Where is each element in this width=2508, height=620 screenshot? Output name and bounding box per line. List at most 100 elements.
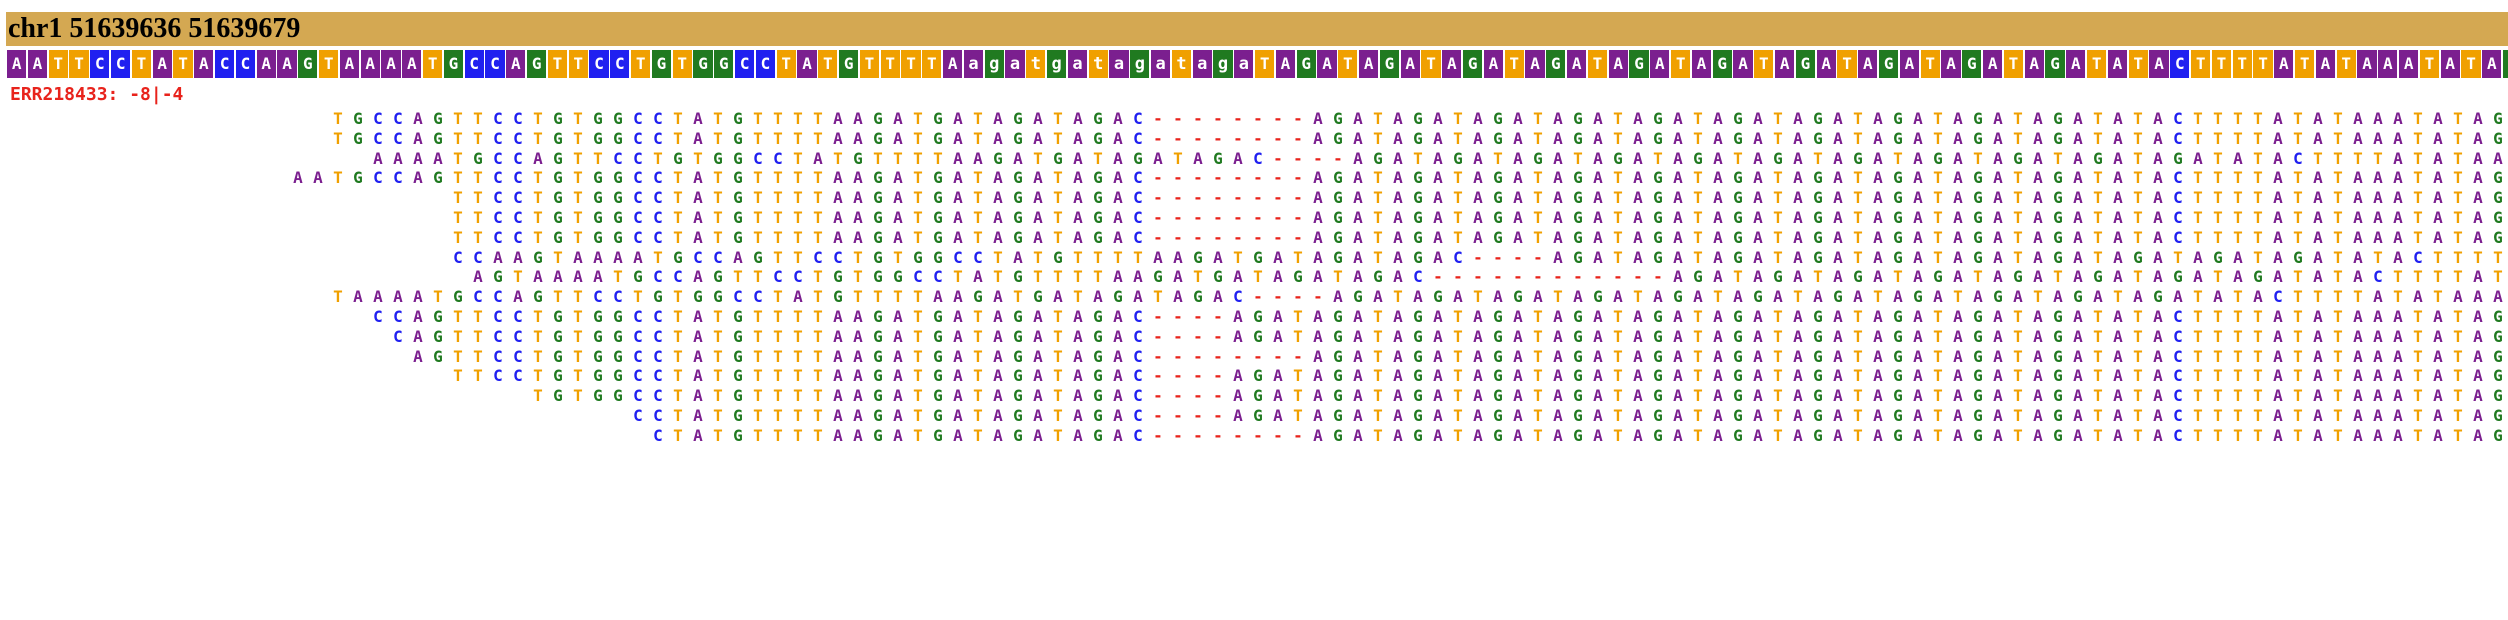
- gap-base: -: [1253, 425, 1263, 445]
- read-base: T: [453, 366, 463, 386]
- read-base: T: [1453, 425, 1463, 445]
- read-base: G: [433, 346, 443, 366]
- read-base: T: [1053, 425, 1063, 445]
- read-base: A: [1033, 425, 1043, 445]
- read-base: A: [1313, 425, 1323, 445]
- reference-base: G: [1711, 49, 1733, 79]
- read-base: C: [373, 307, 383, 326]
- read-base: T: [2293, 425, 2303, 445]
- read-base: C: [393, 326, 403, 346]
- reference-base: T: [1753, 49, 1775, 79]
- reference-base: T: [1420, 49, 1442, 79]
- reference-base: T: [2231, 49, 2253, 79]
- reference-base: A: [2439, 49, 2461, 79]
- gap-base: -: [1153, 425, 1163, 445]
- reference-base: T: [858, 49, 881, 79]
- reference-base: A: [1607, 49, 1629, 79]
- read-base: C: [493, 366, 503, 386]
- reference-base: T: [2460, 49, 2482, 79]
- read-base: T: [473, 366, 483, 386]
- read-base: T: [573, 386, 583, 406]
- reference-base: A: [1524, 49, 1546, 79]
- read-base: T: [1373, 425, 1383, 445]
- read-base: G: [733, 425, 743, 445]
- read-base: T: [1933, 425, 1943, 445]
- reference-base: g: [1046, 49, 1068, 79]
- read-base: A: [1433, 425, 1443, 445]
- read-base: A: [1713, 425, 1723, 445]
- reference-base: A: [1898, 49, 1921, 79]
- read-base: T: [533, 386, 543, 406]
- reference-base: T: [2190, 49, 2212, 79]
- reference-base: G: [1545, 49, 1567, 79]
- read-base: T: [2253, 425, 2263, 445]
- reference-base: A: [942, 49, 964, 79]
- read-base: A: [1993, 425, 2003, 445]
- read-base: A: [2353, 425, 2363, 445]
- reference-base: A: [1940, 49, 1962, 79]
- read-base: G: [353, 168, 363, 188]
- read-base: T: [973, 425, 983, 445]
- reference-base: A: [26, 49, 49, 79]
- read-base: C: [393, 168, 403, 188]
- reference-base: G: [1961, 49, 1983, 79]
- read-base: A: [293, 168, 303, 188]
- reference-base: G: [713, 49, 735, 79]
- reference-base: t: [1025, 49, 1047, 79]
- read-base: C: [633, 406, 643, 425]
- read-base: G: [553, 386, 563, 406]
- read-base: T: [713, 425, 723, 445]
- read-base: T: [1693, 425, 1703, 445]
- reference-base: T: [1836, 49, 1858, 79]
- reference-base: A: [1482, 49, 1505, 79]
- reference-base: A: [796, 49, 818, 79]
- read-base: C: [513, 366, 523, 386]
- read-base: A: [2473, 425, 2483, 445]
- read-base: A: [2073, 425, 2083, 445]
- reference-base: T: [2335, 49, 2357, 79]
- read-base: T: [2453, 425, 2463, 445]
- reference-base: A: [1982, 49, 2004, 79]
- read-base: A: [1553, 425, 1563, 445]
- reference-base: C: [2169, 49, 2191, 79]
- read-base: A: [1793, 425, 1803, 445]
- reference-base: A: [1358, 49, 1380, 79]
- reference-base: G: [650, 49, 673, 79]
- read-base: T: [2013, 425, 2023, 445]
- read-base: G: [1893, 425, 1903, 445]
- reference-base: G: [2502, 49, 2508, 79]
- read-base: A: [1833, 425, 1843, 445]
- read-base: T: [2133, 425, 2143, 445]
- reference-base: T: [318, 49, 340, 79]
- reference-base: a: [1066, 49, 1089, 79]
- read-base: G: [353, 128, 363, 148]
- reference-base: A: [1857, 49, 1879, 79]
- reference-base: A: [2148, 49, 2170, 79]
- reference-base: A: [2356, 49, 2378, 79]
- read-base: A: [693, 425, 703, 445]
- read-base: A: [2273, 425, 2283, 445]
- reference-base: A: [1690, 49, 1713, 79]
- read-base: G: [1813, 425, 1823, 445]
- read-base: G: [1413, 425, 1423, 445]
- reference-base: A: [401, 49, 423, 79]
- reference-base: T: [172, 49, 194, 79]
- reference-base: G: [1462, 49, 1484, 79]
- gap-base: -: [1193, 425, 1203, 445]
- read-base: A: [1753, 425, 1763, 445]
- locus-title: chr1 51639636 51639679: [6, 12, 2508, 46]
- read-base: A: [1353, 425, 1363, 445]
- reference-base: G: [838, 49, 860, 79]
- reference-base: T: [546, 49, 569, 79]
- reference-base: G: [1628, 49, 1650, 79]
- read-base: A: [1113, 425, 1123, 445]
- read-base: T: [793, 425, 803, 445]
- reference-base: T: [567, 49, 589, 79]
- read-base: T: [2093, 425, 2103, 445]
- reference-base: t: [1087, 49, 1109, 79]
- reference-base: G: [1295, 49, 1317, 79]
- read-base: T: [2333, 425, 2343, 445]
- reference-base: T: [1503, 49, 1525, 79]
- reference-base: A: [2377, 49, 2399, 79]
- reference-base: a: [1150, 49, 1172, 79]
